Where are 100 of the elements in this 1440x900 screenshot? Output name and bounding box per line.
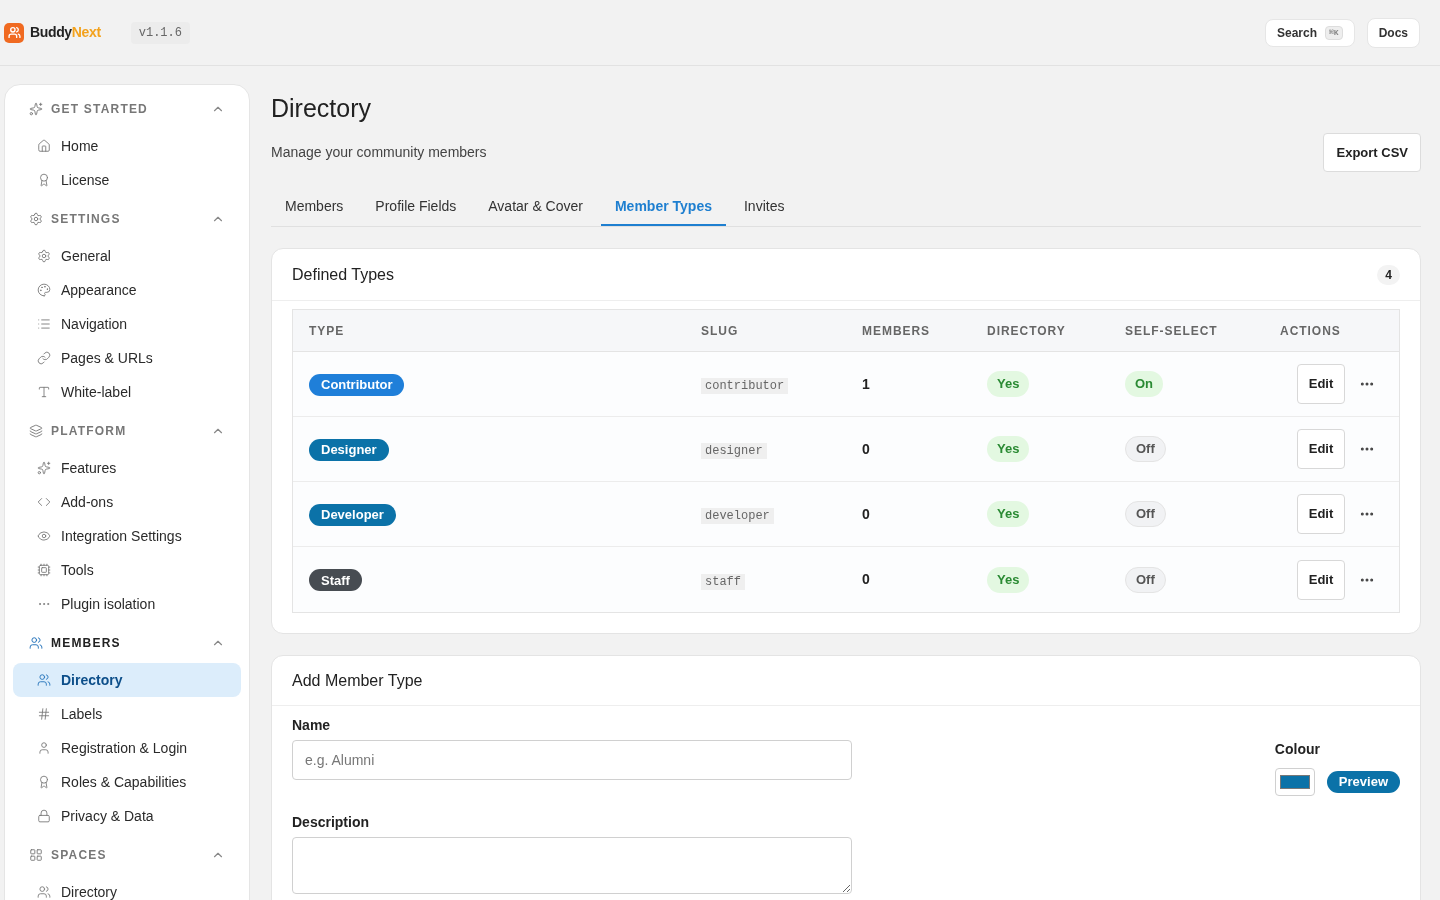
type-badge: Designer — [309, 438, 389, 461]
sidebar-item[interactable]: Add-ons — [13, 485, 241, 519]
slug-code: designer — [701, 443, 767, 459]
column-header: SLUG — [701, 322, 740, 340]
tab[interactable]: Members — [271, 188, 358, 226]
hash-icon — [37, 707, 51, 721]
text-icon — [37, 385, 51, 399]
colour-picker[interactable] — [1274, 768, 1315, 796]
house-icon — [37, 139, 51, 153]
version-badge: v1.1.6 — [130, 21, 190, 44]
slug-code: developer — [701, 508, 774, 524]
tab[interactable]: Avatar & Cover — [474, 188, 597, 226]
sidebar-item[interactable]: General — [13, 239, 241, 273]
eye-icon — [37, 529, 51, 543]
shortcut-key: ⌘K — [1325, 25, 1343, 40]
field-label: Name — [292, 716, 332, 735]
search-button[interactable]: Search ⌘K — [1265, 18, 1355, 47]
palette-icon — [37, 283, 51, 297]
sparkles-icon — [37, 461, 51, 475]
sidebar-item[interactable]: Directory — [13, 663, 241, 697]
slug-code: contributor — [701, 378, 789, 394]
sidebar-item[interactable]: Appearance — [13, 273, 241, 307]
status-pill: Yes — [987, 371, 1030, 397]
gear-icon — [37, 249, 51, 263]
status-pill: Off — [1125, 566, 1166, 593]
section-header[interactable]: PLATFORM — [13, 419, 241, 443]
sidebar-item[interactable]: Directory — [13, 875, 241, 900]
edit-button[interactable]: Edit — [1297, 364, 1345, 404]
tab[interactable]: Invites — [729, 188, 799, 226]
section-header[interactable]: MEMBERS — [13, 631, 241, 655]
sparkles-icon — [29, 102, 43, 116]
section-title: SPACES — [51, 847, 108, 864]
sidebar-item[interactable]: Roles & Capabilities — [13, 765, 241, 799]
status-pill: Off — [1125, 501, 1166, 527]
page-title: Directory — [271, 93, 372, 124]
sidebar-item[interactable]: Integration Settings — [13, 519, 241, 553]
sidebar-item[interactable]: Navigation — [13, 307, 241, 341]
tab[interactable]: Member Types — [600, 188, 726, 226]
export-button[interactable]: Export CSV — [1323, 133, 1421, 172]
gear-icon — [29, 212, 43, 226]
people-icon — [37, 673, 51, 687]
member-count: 0 — [862, 504, 871, 524]
card-title: Add Member Type — [292, 670, 423, 691]
field-label: Description — [292, 813, 370, 832]
sidebar-item[interactable]: Privacy & Data — [13, 799, 241, 833]
tab[interactable]: Profile Fields — [361, 188, 471, 226]
field-label: Colour — [1274, 740, 1321, 759]
type-badge: Developer — [309, 503, 396, 526]
sidebar-item[interactable]: Pages & URLs — [13, 341, 241, 375]
type-badge: Staff — [309, 569, 362, 592]
sidebar-item[interactable]: Features — [13, 451, 241, 485]
status-pill: Off — [1125, 436, 1166, 462]
chip-icon — [37, 563, 51, 577]
section-title: GET STARTED — [51, 101, 149, 118]
description-field[interactable] — [292, 837, 852, 894]
lock-icon — [37, 809, 51, 823]
section-header[interactable]: SPACES — [13, 843, 241, 867]
column-header: TYPE — [309, 322, 346, 340]
count-badge: 4 — [1377, 264, 1400, 285]
docs-button[interactable]: Docs — [1366, 17, 1420, 48]
section-header[interactable]: GET STARTED — [13, 97, 241, 121]
column-header: ACTIONS — [1280, 322, 1342, 340]
logo-icon — [4, 22, 24, 43]
page-subtitle: Manage your community members — [271, 143, 487, 162]
layers-icon — [29, 424, 43, 438]
brand-name: BuddyNext — [30, 23, 101, 42]
people-icon — [37, 885, 51, 899]
grid-icon — [29, 848, 43, 862]
member-count: 1 — [862, 374, 871, 394]
column-header: DIRECTORY — [987, 322, 1067, 340]
member-count: 0 — [862, 570, 871, 589]
award-icon — [37, 173, 51, 187]
edit-button[interactable]: Edit — [1297, 429, 1345, 469]
status-pill: Yes — [987, 566, 1030, 593]
card-title: Defined Types — [292, 264, 394, 285]
status-pill: On — [1125, 371, 1164, 397]
person-icon — [37, 741, 51, 755]
sidebar-item[interactable]: Home — [13, 129, 241, 163]
status-pill: Yes — [987, 501, 1030, 527]
slug-code: staff — [701, 573, 745, 590]
sidebar-item[interactable]: License — [13, 163, 241, 197]
edit-button[interactable]: Edit — [1297, 494, 1345, 534]
name-field[interactable]: e.g. Alumni — [292, 740, 852, 780]
status-pill: Yes — [987, 436, 1030, 462]
preview-badge: Preview — [1326, 771, 1400, 793]
sidebar-item[interactable]: Plugin isolation — [13, 587, 241, 621]
sidebar-item[interactable]: Tools — [13, 553, 241, 587]
sidebar-item[interactable]: Registration & Login — [13, 731, 241, 765]
list-icon — [37, 317, 51, 331]
award-icon — [37, 775, 51, 789]
edit-button[interactable]: Edit — [1297, 559, 1345, 600]
link-icon — [37, 351, 51, 365]
section-title: MEMBERS — [51, 635, 122, 652]
member-count: 0 — [862, 439, 871, 459]
section-title: PLATFORM — [51, 423, 128, 440]
section-header[interactable]: SETTINGS — [13, 207, 241, 231]
people-icon — [29, 636, 43, 650]
sidebar-item[interactable]: White-label — [13, 375, 241, 409]
code-icon — [37, 495, 51, 509]
sidebar-item[interactable]: Labels — [13, 697, 241, 731]
